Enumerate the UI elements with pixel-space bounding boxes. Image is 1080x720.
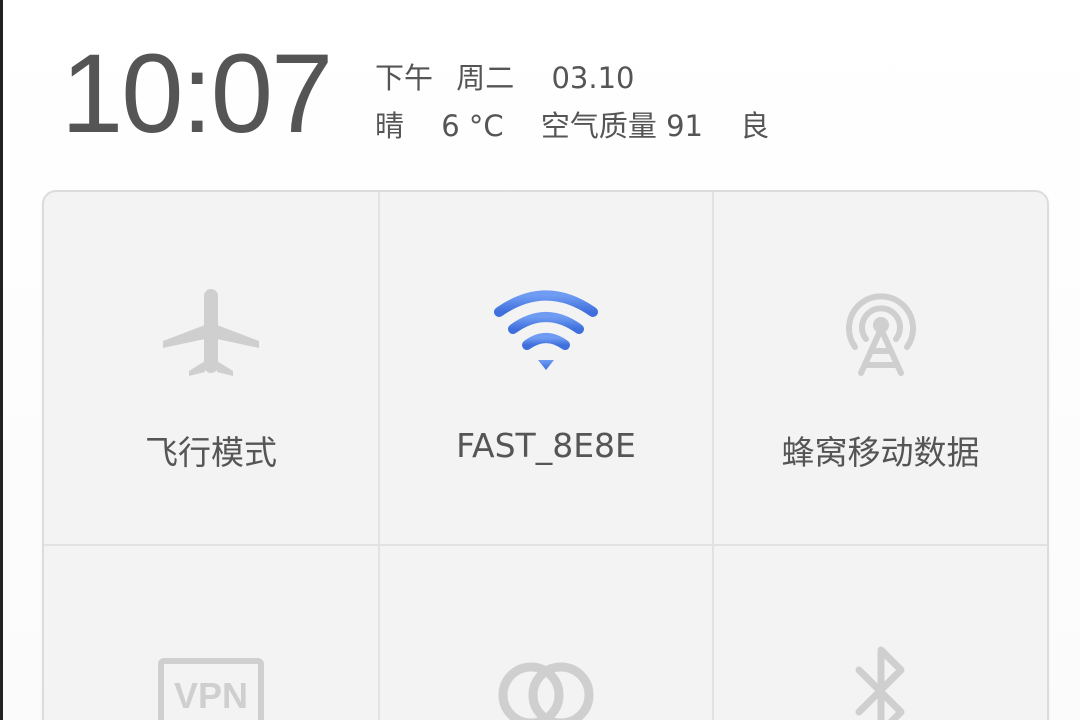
toggle-airplane-mode[interactable]: 飞行模式 xyxy=(44,192,380,546)
status-header: 10:07 下午 周二 03.10 晴 6 °C 空气质量 91 良 xyxy=(3,0,1080,180)
toggle-linked-rings[interactable] xyxy=(380,546,714,720)
wifi-icon xyxy=(491,280,601,390)
cellular-antenna-icon xyxy=(826,280,936,390)
weather-line: 晴 6 °C 空气质量 91 良 xyxy=(375,104,797,152)
status-info: 下午 周二 03.10 晴 6 °C 空气质量 91 良 xyxy=(375,56,797,152)
toggle-label: 飞行模式 xyxy=(145,433,277,472)
toggle-label: FAST_8E8E xyxy=(456,426,636,465)
date: 03.10 xyxy=(551,61,635,95)
quick-toggles-panel: 飞行模式 FAST_8E8E 蜂窝移动数据 VPN xyxy=(42,190,1049,720)
toggle-cellular-data[interactable]: 蜂窝移动数据 xyxy=(714,192,1047,546)
temperature: 6 °C xyxy=(441,109,504,143)
time-period: 下午 xyxy=(375,61,434,95)
air-quality: 空气质量 91 xyxy=(540,109,703,143)
vpn-icon: VPN xyxy=(156,640,266,720)
airplane-icon xyxy=(156,280,266,390)
clock-time: 10:07 xyxy=(61,31,333,156)
control-center-screen: 10:07 下午 周二 03.10 晴 6 °C 空气质量 91 良 飞行模式 … xyxy=(0,0,1080,720)
toggle-vpn[interactable]: VPN xyxy=(44,546,380,720)
toggle-label: 蜂窝移动数据 xyxy=(781,433,980,472)
air-quality-level: 良 xyxy=(740,109,770,143)
bluetooth-icon xyxy=(826,640,936,720)
date-line: 下午 周二 03.10 xyxy=(375,56,797,104)
svg-text:VPN: VPN xyxy=(174,675,248,716)
linked-rings-icon xyxy=(491,640,601,720)
toggle-wifi[interactable]: FAST_8E8E xyxy=(380,192,714,546)
weekday: 周二 xyxy=(456,61,515,95)
toggle-bluetooth[interactable] xyxy=(714,546,1047,720)
weather-condition: 晴 xyxy=(375,109,405,143)
